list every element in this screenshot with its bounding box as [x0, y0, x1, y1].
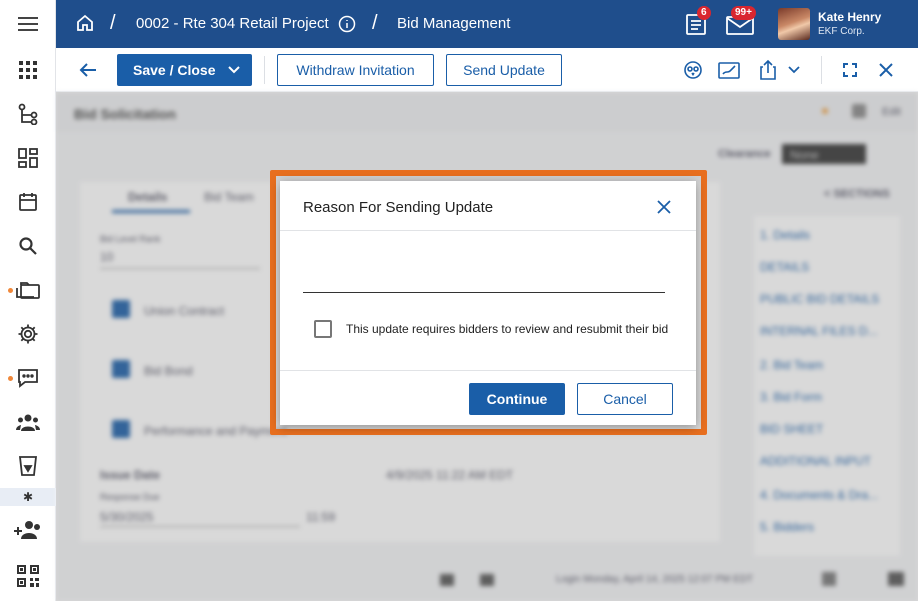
notification-dot — [8, 376, 13, 381]
add-person-icon[interactable] — [0, 510, 56, 550]
send-update-dialog: Reason For Sending Update This update re… — [280, 181, 696, 425]
owl-icon[interactable] — [681, 58, 705, 82]
fullscreen-icon[interactable] — [838, 58, 862, 82]
bin-icon[interactable] — [0, 446, 56, 486]
reason-input[interactable] — [303, 257, 665, 293]
hamburger-menu-icon[interactable] — [0, 4, 56, 44]
back-arrow-icon[interactable] — [78, 60, 98, 85]
folders-icon[interactable] — [0, 270, 56, 310]
settings-icon[interactable] — [0, 314, 56, 354]
sign-document-icon[interactable] — [717, 58, 741, 82]
breadcrumb-separator: / — [110, 12, 116, 34]
close-icon[interactable] — [874, 58, 898, 82]
share-icon[interactable] — [756, 58, 780, 82]
search-icon[interactable] — [0, 226, 56, 266]
notification-dot — [8, 288, 13, 293]
breadcrumb-project[interactable]: 0002 - Rte 304 Retail Project — [136, 15, 329, 32]
dashboard-icon[interactable] — [0, 138, 56, 178]
save-close-label: Save / Close — [133, 62, 216, 78]
team-icon[interactable] — [0, 402, 56, 442]
qr-code-icon[interactable] — [0, 556, 56, 596]
calendar-icon[interactable] — [0, 182, 56, 222]
avatar[interactable] — [778, 8, 810, 40]
left-rail: ✱ — [0, 0, 56, 601]
mail-badge: 99+ — [731, 6, 756, 20]
info-icon[interactable] — [338, 15, 356, 38]
resubmit-checkbox[interactable] — [314, 320, 332, 338]
toolbar-divider — [264, 56, 265, 84]
share-menu-chevron-icon[interactable] — [782, 58, 806, 82]
dialog-title: Reason For Sending Update — [303, 199, 494, 216]
active-nav-item[interactable]: ✱ — [0, 488, 56, 506]
chat-icon[interactable] — [0, 358, 56, 398]
user-company: EKF Corp. — [818, 26, 865, 37]
action-toolbar: Save / Close Withdraw Invitation Send Up… — [56, 48, 918, 92]
close-icon[interactable] — [654, 197, 674, 217]
apps-grid-icon[interactable] — [0, 50, 56, 90]
continue-button[interactable]: Continue — [469, 383, 565, 415]
star-icon: ✱ — [22, 490, 34, 504]
home-icon[interactable] — [76, 14, 94, 37]
hierarchy-icon[interactable] — [0, 94, 56, 134]
dialog-divider — [280, 370, 696, 371]
send-update-button[interactable]: Send Update — [446, 54, 562, 86]
user-name[interactable]: Kate Henry — [818, 10, 881, 24]
chevron-down-icon[interactable] — [228, 66, 240, 74]
toolbar-divider — [821, 56, 822, 84]
dialog-divider — [280, 230, 696, 231]
withdraw-invitation-button[interactable]: Withdraw Invitation — [277, 54, 434, 86]
resubmit-checkbox-label[interactable]: This update requires bidders to review a… — [346, 322, 668, 336]
cancel-button[interactable]: Cancel — [577, 383, 673, 415]
tasks-badge: 6 — [697, 6, 711, 20]
breadcrumb-module[interactable]: Bid Management — [397, 15, 510, 32]
save-close-button[interactable]: Save / Close — [117, 54, 252, 86]
top-header-bar: / 0002 - Rte 304 Retail Project / Bid Ma… — [56, 0, 918, 48]
breadcrumb-separator: / — [372, 12, 378, 34]
